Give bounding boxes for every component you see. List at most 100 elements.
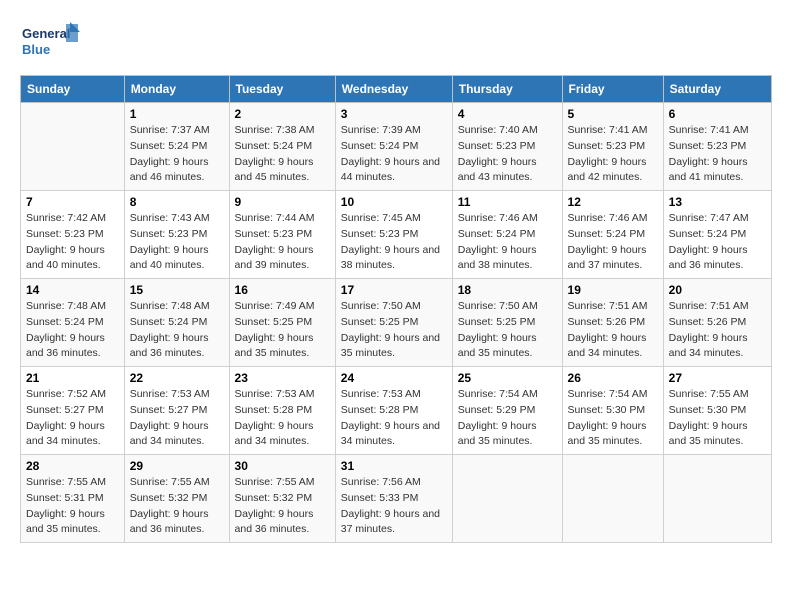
day-detail: Sunrise: 7:38 AMSunset: 5:24 PMDaylight:… bbox=[235, 123, 330, 186]
day-number: 5 bbox=[568, 107, 658, 121]
col-header-wednesday: Wednesday bbox=[335, 76, 452, 103]
day-number: 1 bbox=[130, 107, 224, 121]
day-number: 6 bbox=[669, 107, 766, 121]
day-cell: 22 Sunrise: 7:53 AMSunset: 5:27 PMDayligh… bbox=[124, 367, 229, 455]
day-cell bbox=[21, 103, 125, 191]
day-cell: 19Sunrise: 7:51 AMSunset: 5:26 PMDayligh… bbox=[562, 279, 663, 367]
day-number: 31 bbox=[341, 459, 447, 473]
day-detail: Sunrise: 7:55 AMSunset: 5:32 PMDaylight:… bbox=[235, 475, 330, 538]
day-cell: 12Sunrise: 7:46 AMSunset: 5:24 PMDayligh… bbox=[562, 191, 663, 279]
day-detail: Sunrise: 7:40 AMSunset: 5:23 PMDaylight:… bbox=[458, 123, 557, 186]
day-number: 4 bbox=[458, 107, 557, 121]
day-cell: 20 Sunrise: 7:51 AMSunset: 5:26 PMDayligh… bbox=[663, 279, 771, 367]
day-detail: Sunrise: 7:41 AMSunset: 5:23 PMDaylight:… bbox=[568, 123, 658, 186]
day-number: 16 bbox=[235, 283, 330, 297]
day-cell: 3 Sunrise: 7:39 AMSunset: 5:24 PMDaylight… bbox=[335, 103, 452, 191]
col-header-friday: Friday bbox=[562, 76, 663, 103]
day-number: 10 bbox=[341, 195, 447, 209]
day-number: 9 bbox=[235, 195, 330, 209]
day-detail: Sunrise: 7:49 AMSunset: 5:25 PMDaylight:… bbox=[235, 299, 330, 362]
day-number: 30 bbox=[235, 459, 330, 473]
day-number: 8 bbox=[130, 195, 224, 209]
day-detail: Sunrise: 7:53 AMSunset: 5:27 PMDaylight:… bbox=[130, 387, 224, 450]
day-cell: 29 Sunrise: 7:55 AMSunset: 5:32 PMDayligh… bbox=[124, 455, 229, 543]
svg-text:Blue: Blue bbox=[22, 42, 50, 57]
week-row-1: 1Sunrise: 7:37 AMSunset: 5:24 PMDaylight… bbox=[21, 103, 772, 191]
day-detail: Sunrise: 7:44 AMSunset: 5:23 PMDaylight:… bbox=[235, 211, 330, 274]
day-detail: Sunrise: 7:51 AMSunset: 5:26 PMDaylight:… bbox=[669, 299, 766, 362]
col-header-saturday: Saturday bbox=[663, 76, 771, 103]
day-detail: Sunrise: 7:39 AMSunset: 5:24 PMDaylight:… bbox=[341, 123, 447, 186]
day-cell: 21Sunrise: 7:52 AMSunset: 5:27 PMDayligh… bbox=[21, 367, 125, 455]
day-number: 18 bbox=[458, 283, 557, 297]
day-detail: Sunrise: 7:53 AMSunset: 5:28 PMDaylight:… bbox=[341, 387, 447, 450]
col-header-sunday: Sunday bbox=[21, 76, 125, 103]
col-header-thursday: Thursday bbox=[452, 76, 562, 103]
day-detail: Sunrise: 7:52 AMSunset: 5:27 PMDaylight:… bbox=[26, 387, 119, 450]
day-detail: Sunrise: 7:55 AMSunset: 5:30 PMDaylight:… bbox=[669, 387, 766, 450]
day-cell: 6 Sunrise: 7:41 AMSunset: 5:23 PMDaylight… bbox=[663, 103, 771, 191]
day-number: 2 bbox=[235, 107, 330, 121]
day-number: 25 bbox=[458, 371, 557, 385]
day-detail: Sunrise: 7:53 AMSunset: 5:28 PMDaylight:… bbox=[235, 387, 330, 450]
day-detail: Sunrise: 7:46 AMSunset: 5:24 PMDaylight:… bbox=[568, 211, 658, 274]
day-detail: Sunrise: 7:41 AMSunset: 5:23 PMDaylight:… bbox=[669, 123, 766, 186]
day-number: 17 bbox=[341, 283, 447, 297]
week-row-3: 14Sunrise: 7:48 AMSunset: 5:24 PMDayligh… bbox=[21, 279, 772, 367]
day-cell: 25 Sunrise: 7:54 AMSunset: 5:29 PMDayligh… bbox=[452, 367, 562, 455]
day-cell: 15Sunrise: 7:48 AMSunset: 5:24 PMDayligh… bbox=[124, 279, 229, 367]
day-number: 3 bbox=[341, 107, 447, 121]
day-number: 29 bbox=[130, 459, 224, 473]
day-cell bbox=[452, 455, 562, 543]
day-cell: 18 Sunrise: 7:50 AMSunset: 5:25 PMDayligh… bbox=[452, 279, 562, 367]
day-cell: 2 Sunrise: 7:38 AMSunset: 5:24 PMDaylight… bbox=[229, 103, 335, 191]
day-cell: 27 Sunrise: 7:55 AMSunset: 5:30 PMDayligh… bbox=[663, 367, 771, 455]
col-header-monday: Monday bbox=[124, 76, 229, 103]
day-number: 23 bbox=[235, 371, 330, 385]
calendar-table: SundayMondayTuesdayWednesdayThursdayFrid… bbox=[20, 75, 772, 543]
day-cell: 8 Sunrise: 7:43 AMSunset: 5:23 PMDaylight… bbox=[124, 191, 229, 279]
page-header: General Blue bbox=[20, 20, 772, 65]
day-cell: 17Sunrise: 7:50 AMSunset: 5:25 PMDayligh… bbox=[335, 279, 452, 367]
day-cell: 9 Sunrise: 7:44 AMSunset: 5:23 PMDaylight… bbox=[229, 191, 335, 279]
week-row-4: 21Sunrise: 7:52 AMSunset: 5:27 PMDayligh… bbox=[21, 367, 772, 455]
day-detail: Sunrise: 7:45 AMSunset: 5:23 PMDaylight:… bbox=[341, 211, 447, 274]
day-detail: Sunrise: 7:55 AMSunset: 5:32 PMDaylight:… bbox=[130, 475, 224, 538]
day-cell bbox=[663, 455, 771, 543]
day-number: 15 bbox=[130, 283, 224, 297]
day-detail: Sunrise: 7:48 AMSunset: 5:24 PMDaylight:… bbox=[26, 299, 119, 362]
day-cell: 5 Sunrise: 7:41 AMSunset: 5:23 PMDaylight… bbox=[562, 103, 663, 191]
day-detail: Sunrise: 7:50 AMSunset: 5:25 PMDaylight:… bbox=[458, 299, 557, 362]
week-row-2: 7Sunrise: 7:42 AMSunset: 5:23 PMDaylight… bbox=[21, 191, 772, 279]
day-detail: Sunrise: 7:47 AMSunset: 5:24 PMDaylight:… bbox=[669, 211, 766, 274]
day-number: 22 bbox=[130, 371, 224, 385]
day-cell: 28Sunrise: 7:55 AMSunset: 5:31 PMDayligh… bbox=[21, 455, 125, 543]
day-cell: 14Sunrise: 7:48 AMSunset: 5:24 PMDayligh… bbox=[21, 279, 125, 367]
day-detail: Sunrise: 7:51 AMSunset: 5:26 PMDaylight:… bbox=[568, 299, 658, 362]
day-detail: Sunrise: 7:54 AMSunset: 5:29 PMDaylight:… bbox=[458, 387, 557, 450]
day-cell: 7Sunrise: 7:42 AMSunset: 5:23 PMDaylight… bbox=[21, 191, 125, 279]
day-cell: 11Sunrise: 7:46 AMSunset: 5:24 PMDayligh… bbox=[452, 191, 562, 279]
day-detail: Sunrise: 7:42 AMSunset: 5:23 PMDaylight:… bbox=[26, 211, 119, 274]
day-cell bbox=[562, 455, 663, 543]
day-cell: 31 Sunrise: 7:56 AMSunset: 5:33 PMDayligh… bbox=[335, 455, 452, 543]
day-number: 20 bbox=[669, 283, 766, 297]
logo: General Blue bbox=[20, 20, 80, 65]
day-number: 27 bbox=[669, 371, 766, 385]
day-cell: 30 Sunrise: 7:55 AMSunset: 5:32 PMDayligh… bbox=[229, 455, 335, 543]
svg-text:General: General bbox=[22, 26, 70, 41]
day-cell: 23 Sunrise: 7:53 AMSunset: 5:28 PMDayligh… bbox=[229, 367, 335, 455]
day-cell: 16 Sunrise: 7:49 AMSunset: 5:25 PMDayligh… bbox=[229, 279, 335, 367]
day-detail: Sunrise: 7:43 AMSunset: 5:23 PMDaylight:… bbox=[130, 211, 224, 274]
day-number: 13 bbox=[669, 195, 766, 209]
day-cell: 13 Sunrise: 7:47 AMSunset: 5:24 PMDayligh… bbox=[663, 191, 771, 279]
day-cell: 24Sunrise: 7:53 AMSunset: 5:28 PMDayligh… bbox=[335, 367, 452, 455]
day-number: 26 bbox=[568, 371, 658, 385]
day-cell: 10 Sunrise: 7:45 AMSunset: 5:23 PMDayligh… bbox=[335, 191, 452, 279]
header-row: SundayMondayTuesdayWednesdayThursdayFrid… bbox=[21, 76, 772, 103]
day-detail: Sunrise: 7:55 AMSunset: 5:31 PMDaylight:… bbox=[26, 475, 119, 538]
col-header-tuesday: Tuesday bbox=[229, 76, 335, 103]
day-detail: Sunrise: 7:54 AMSunset: 5:30 PMDaylight:… bbox=[568, 387, 658, 450]
day-cell: 1Sunrise: 7:37 AMSunset: 5:24 PMDaylight… bbox=[124, 103, 229, 191]
day-detail: Sunrise: 7:56 AMSunset: 5:33 PMDaylight:… bbox=[341, 475, 447, 538]
